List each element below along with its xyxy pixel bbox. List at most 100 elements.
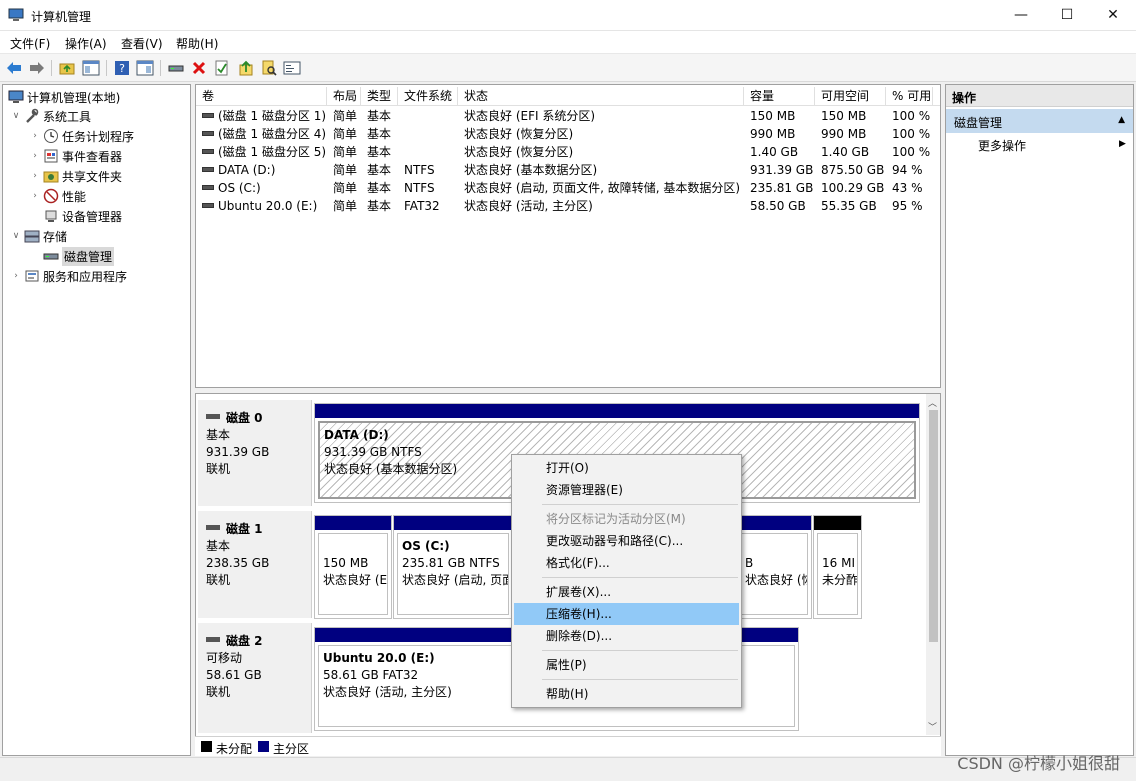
menu-item-change-drive-letter[interactable]: 更改驱动器号和路径(C)... [514,530,739,552]
menu-item-open[interactable]: 打开(O) [514,457,739,479]
column-header-status[interactable]: 状态 [458,87,744,106]
column-header-layout[interactable]: 布局 [327,87,361,106]
partition-recovery[interactable]: B 状态良好 (恢复分区 [736,515,812,619]
close-button[interactable]: ✕ [1090,0,1136,30]
tree-root[interactable]: 计算机管理(本地) [6,87,120,107]
menu-item-shrink-volume[interactable]: 压缩卷(H)... [514,603,739,625]
properties-icon[interactable] [283,59,301,77]
menu-help[interactable]: 帮助(H) [176,35,218,52]
maximize-button[interactable]: ☐ [1044,0,1090,30]
partition-size: 16 MI [822,556,855,570]
menu-item-help[interactable]: 帮助(H) [514,683,739,705]
cell-free-space: 1.40 GB [821,145,870,159]
disk-icon [206,637,220,642]
column-header-type[interactable]: 类型 [361,87,398,106]
storage-icon [24,228,40,244]
menu-item-extend-volume[interactable]: 扩展卷(X)... [514,581,739,603]
connect-drive-icon[interactable] [167,59,185,77]
cell-filesystem [398,107,404,125]
cell-capacity: 990 MB [750,127,796,141]
disk-1-label[interactable]: 磁盘 1 基本 238.35 GB 联机 [198,511,312,618]
menu-action[interactable]: 操作(A) [65,35,107,52]
up-folder-icon[interactable] [58,59,76,77]
tree-item-device-manager[interactable]: 设备管理器 [41,206,122,226]
cell-free-space: 100.29 GB [821,181,885,195]
disk-0-label[interactable]: 磁盘 0 基本 931.39 GB 联机 [198,400,312,506]
volume-icon [202,167,214,172]
computer-management-icon [8,8,24,21]
disk-2-label[interactable]: 磁盘 2 可移动 58.61 GB 联机 [198,623,312,733]
table-row[interactable]: (磁盘 1 磁盘分区 1) 简单 基本 状态良好 (EFI 系统分区) 150 … [196,107,940,125]
menu-file[interactable]: 文件(F) [10,35,50,52]
tree-item-services-apps[interactable]: › 服务和应用程序 [10,266,127,286]
collapse-up-icon[interactable]: ▲ [1118,115,1125,125]
volume-icon [202,185,214,190]
volume-list: 卷 布局 类型 文件系统 状态 容量 可用空间 % 可用 (磁盘 1 磁盘分区 … [195,84,941,388]
menu-item-format[interactable]: 格式化(F)... [514,552,739,574]
chevron-down-icon[interactable]: ∨ [10,111,22,121]
chevron-down-icon[interactable]: ∨ [10,231,22,241]
partition-os-c[interactable]: OS (C:) 235.81 GB NTFS 状态良好 (启动, 页面 [393,515,513,619]
cell-free-space: 990 MB [821,127,867,141]
menu-bar: 文件(F) 操作(A) 查看(V) 帮助(H) [0,31,1136,53]
column-header-volume[interactable]: 卷 [196,87,327,106]
scroll-up-icon[interactable]: ︿ [928,396,937,409]
action-pane-icon[interactable] [136,59,154,77]
delete-icon[interactable] [190,59,208,77]
cell-layout: 简单 [333,109,358,123]
chevron-right-icon[interactable]: › [29,131,41,141]
cell-layout: 简单 [333,127,358,141]
tree-item-system-tools[interactable]: ∨ 系统工具 [10,106,91,126]
column-header-capacity[interactable]: 容量 [744,87,815,106]
menu-item-properties[interactable]: 属性(P) [514,654,739,676]
tree-item-storage[interactable]: ∨ 存储 [10,226,67,246]
chevron-right-icon[interactable]: › [29,151,41,161]
disk-type: 可移动 [206,651,243,665]
chevron-right-icon[interactable]: › [29,171,41,181]
tree-item-event-viewer[interactable]: › 事件查看器 [29,146,122,166]
column-header-filesystem[interactable]: 文件系统 [398,87,458,106]
cell-capacity: 1.40 GB [750,145,799,159]
help-icon[interactable]: ? [113,59,131,77]
chevron-right-icon[interactable]: › [10,271,22,281]
up-arrow-document-icon[interactable] [237,59,255,77]
partition-body: 16 MI 未分酢 [817,533,858,615]
back-arrow-icon[interactable] [5,59,23,77]
chevron-right-icon[interactable]: › [29,191,41,201]
table-row[interactable]: Ubuntu 20.0 (E:) 简单 基本 FAT32 状态良好 (活动, 主… [196,197,940,215]
table-row[interactable]: DATA (D:) 简单 基本 NTFS 状态良好 (基本数据分区) 931.3… [196,161,940,179]
menu-view[interactable]: 查看(V) [121,35,163,52]
volume-icon [202,131,214,136]
volume-icon [202,203,214,208]
action-section-disk-management[interactable]: 磁盘管理 ▲ [946,109,1133,133]
cell-layout: 简单 [333,199,358,213]
scroll-down-icon[interactable]: ﹀ [928,720,937,733]
table-row[interactable]: OS (C:) 简单 基本 NTFS 状态良好 (启动, 页面文件, 故障转储,… [196,179,940,197]
partition-unallocated[interactable]: 16 MI 未分酢 [813,515,862,619]
menu-item-delete-volume[interactable]: 删除卷(D)... [514,625,739,647]
tree-item-shared-folders[interactable]: › 共享文件夹 [29,166,122,186]
search-document-icon[interactable] [260,59,278,77]
forward-arrow-icon[interactable] [28,59,46,77]
minimize-button[interactable]: — [998,0,1044,30]
cell-percent-free: 94 % [892,163,923,177]
check-icon[interactable] [213,59,231,77]
cell-percent-free: 43 % [892,181,923,195]
tree-item-disk-management[interactable]: 磁盘管理 [41,246,115,266]
legend: 未分配 主分区 [195,736,941,756]
table-row[interactable]: (磁盘 1 磁盘分区 4) 简单 基本 状态良好 (恢复分区) 990 MB 9… [196,125,940,143]
menu-item-explorer[interactable]: 资源管理器(E) [514,479,739,501]
cell-volume: (磁盘 1 磁盘分区 5) [196,143,327,161]
more-actions-item[interactable]: 更多操作 [978,137,1026,154]
column-header-free-space[interactable]: 可用空间 [815,87,886,106]
partition-efi[interactable]: 150 MB 状态良好 (E [314,515,392,619]
table-row[interactable]: (磁盘 1 磁盘分区 5) 简单 基本 状态良好 (恢复分区) 1.40 GB … [196,143,940,161]
tree-item-performance[interactable]: › 性能 [29,186,86,206]
column-header-percent-free[interactable]: % 可用 [886,87,933,106]
menu-separator [542,679,738,680]
scrollbar-thumb[interactable] [929,410,938,642]
tree-item-task-scheduler[interactable]: › 任务计划程序 [29,126,134,146]
disk-status: 联机 [206,573,231,587]
show-tree-icon[interactable] [82,59,100,77]
cell-filesystem [398,125,404,143]
